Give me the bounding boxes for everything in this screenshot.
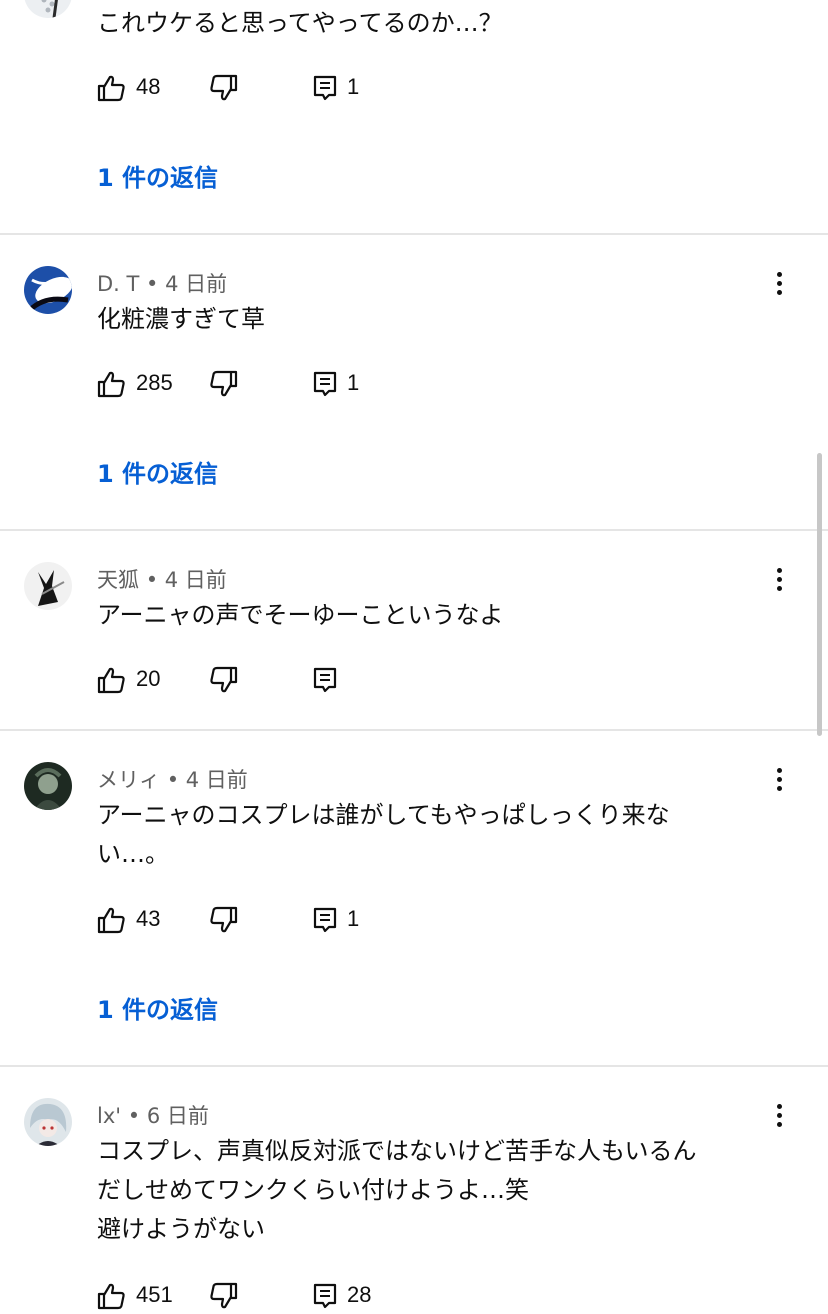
- like-count: 285: [136, 370, 173, 395]
- meta-separator: •: [146, 272, 159, 296]
- thumb-down-icon[interactable]: [209, 665, 239, 695]
- thumb-down-icon[interactable]: [209, 73, 239, 103]
- comment-line: だしせめてワンクくらい付けようよ…笑: [97, 1176, 529, 1204]
- comment-reply-icon[interactable]: [310, 1281, 340, 1311]
- avatar[interactable]: [24, 562, 72, 610]
- thumb-up-icon[interactable]: [96, 369, 126, 399]
- comment-reply-icon[interactable]: [310, 905, 340, 935]
- comment-actions: 43 1: [96, 905, 516, 937]
- comment-text: これウケると思ってやってるのか…？: [97, 4, 777, 43]
- view-replies-link[interactable]: 1 件の返信: [97, 158, 218, 193]
- comment-line: これウケると思ってやってるのか…？: [97, 9, 503, 37]
- reply-count: 1: [347, 74, 360, 99]
- author-name[interactable]: lx': [97, 1104, 121, 1128]
- meta-separator: •: [166, 768, 180, 792]
- author-name[interactable]: D. T: [97, 272, 139, 296]
- view-replies-link[interactable]: 1 件の返信: [97, 454, 218, 489]
- comment-line: 化粧濃すぎて草: [97, 305, 265, 333]
- view-replies-link[interactable]: 1 件の返信: [97, 990, 218, 1025]
- more-vert-icon[interactable]: [766, 766, 794, 794]
- comment-age: 6 日前: [146, 1104, 209, 1128]
- divider: [0, 233, 828, 235]
- comment-text: コスプレ、声真似反対派ではないけど苦手な人もいるん だしせめてワンクくらい付けよ…: [97, 1132, 777, 1249]
- comment-meta: D. T • 4 日前: [97, 268, 227, 298]
- like-count: 43: [136, 906, 161, 931]
- avatar[interactable]: [24, 1098, 72, 1146]
- comment-meta: 天狐 • 4 日前: [97, 564, 227, 594]
- comment-age: 4 日前: [165, 272, 228, 296]
- comment-actions: 20: [96, 665, 516, 697]
- thumb-down-icon[interactable]: [209, 905, 239, 935]
- comment-actions: 451 28: [96, 1281, 516, 1313]
- thumb-up-icon[interactable]: [96, 665, 126, 695]
- comment-actions: 48 1: [96, 73, 516, 105]
- comment-reply-icon[interactable]: [310, 369, 340, 399]
- comment-line: アーニャの声でそーゆーこというなよ: [97, 601, 504, 629]
- reply-count: 1: [347, 906, 360, 931]
- more-vert-icon[interactable]: [766, 566, 794, 594]
- comment-age: 4 日前: [164, 568, 227, 592]
- thumb-up-icon[interactable]: [96, 905, 126, 935]
- comment-age: 4 日前: [185, 768, 248, 792]
- more-vert-icon[interactable]: [766, 270, 794, 298]
- reply-count: 1: [347, 370, 360, 395]
- like-count: 48: [136, 74, 161, 99]
- comment-text: アーニャの声でそーゆーこというなよ: [97, 596, 777, 635]
- meta-separator: •: [145, 568, 159, 592]
- comment-meta: メリィ • 4 日前: [97, 764, 248, 794]
- divider: [0, 729, 828, 731]
- avatar[interactable]: [24, 762, 72, 810]
- comment-meta: lx' • 6 日前: [97, 1100, 209, 1130]
- thumb-down-icon[interactable]: [209, 1281, 239, 1311]
- comment-text: 化粧濃すぎて草: [97, 300, 777, 339]
- comment-line: 避けようがない: [97, 1215, 265, 1243]
- thumb-up-icon[interactable]: [96, 1281, 126, 1311]
- comment-line: い…。: [97, 840, 169, 868]
- divider: [0, 529, 828, 531]
- comment-line: アーニャのコスプレは誰がしてもやっぱしっくり来な: [97, 801, 670, 829]
- scrollbar-thumb[interactable]: [817, 453, 822, 736]
- comment-line: コスプレ、声真似反対派ではないけど苦手な人もいるん: [97, 1137, 697, 1165]
- like-count: 451: [136, 1282, 173, 1307]
- thumb-up-icon[interactable]: [96, 73, 126, 103]
- avatar[interactable]: [24, 266, 72, 314]
- comment-reply-icon[interactable]: [310, 73, 340, 103]
- comment-text: アーニャのコスプレは誰がしてもやっぱしっくり来な い…。: [97, 796, 777, 874]
- like-count: 20: [136, 666, 161, 691]
- author-name[interactable]: メリィ: [97, 768, 160, 792]
- author-name[interactable]: 天狐: [97, 568, 139, 592]
- meta-separator: •: [127, 1104, 141, 1128]
- more-vert-icon[interactable]: [766, 1102, 794, 1130]
- thumb-down-icon[interactable]: [209, 369, 239, 399]
- comment-actions: 285 1: [96, 369, 516, 401]
- reply-count: 28: [347, 1282, 372, 1307]
- divider: [0, 1065, 828, 1067]
- comment-reply-icon[interactable]: [310, 665, 340, 695]
- avatar[interactable]: [24, 0, 72, 18]
